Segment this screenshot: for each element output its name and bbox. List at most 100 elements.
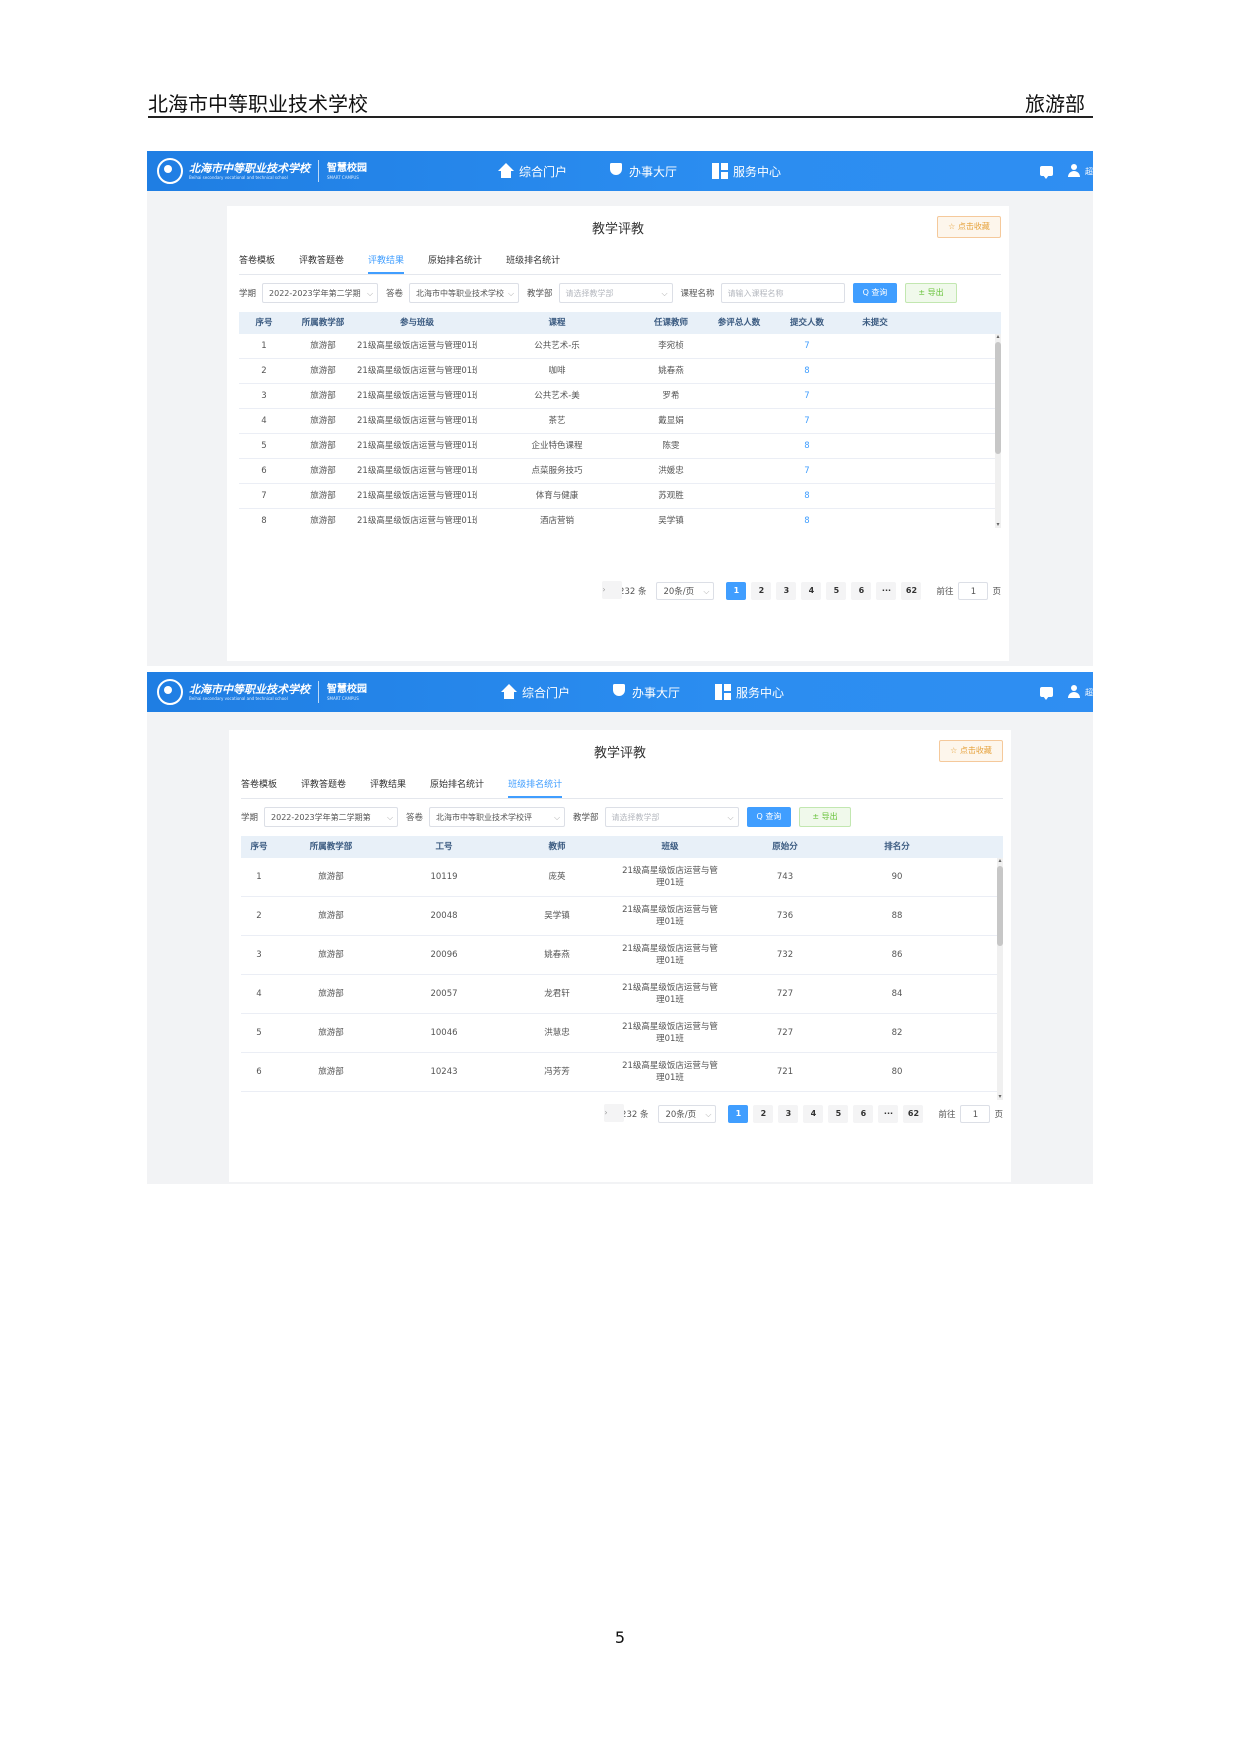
table-row[interactable]: 2 旅游部 21级高星级饭店运营与管理01班 咖啡 姚春燕 8 — [239, 359, 1001, 384]
term-select[interactable]: 2022-2023学年第二学期 ⌵ — [262, 283, 379, 303]
user-name[interactable]: 超 — [1085, 687, 1093, 698]
nav-service-hall[interactable]: 办事大厅 — [607, 151, 677, 191]
page-button[interactable]: 2 — [753, 1105, 774, 1123]
goto-page-input[interactable]: 1 — [960, 1105, 991, 1123]
school-logo[interactable]: 北海市中等职业技术学校 Beihai secondary vocational … — [157, 157, 367, 185]
table-row[interactable]: 7 旅游部 21级高星级饭店运营与管理01班 体育与健康 苏观胜 8 — [239, 484, 1001, 509]
message-icon[interactable] — [1040, 687, 1053, 700]
query-button[interactable]: Q 查询 — [746, 807, 792, 827]
table-row[interactable]: 5 旅游部 21级高星级饭店运营与管理01班 企业特色课程 陈雯 8 — [239, 434, 1001, 459]
tab-class-ranking[interactable]: 班级排名统计 — [506, 252, 560, 274]
tab-answer-template[interactable]: 答卷模板 — [241, 776, 277, 798]
table-cell: 21级高星级饭店运营与管理01班 — [622, 1061, 718, 1083]
tab-class-ranking[interactable]: 班级排名统计 — [508, 776, 563, 798]
paper-select[interactable]: 北海市中等职业技术学校 ⌵ — [409, 283, 520, 303]
page-button[interactable]: 62 — [901, 582, 922, 600]
dept-select[interactable]: 请选择教学部 ⌵ — [558, 283, 673, 303]
table-scrollbar[interactable]: ▴ ▾ — [997, 858, 1003, 1100]
page-button[interactable]: 62 — [903, 1105, 924, 1123]
page-button[interactable]: 4 — [801, 582, 822, 600]
table-scrollbar[interactable]: ▴ ▾ — [995, 334, 1001, 528]
table-row[interactable]: 4 旅游部 20057 龙君轩 21级高星级饭店运营与管理01班 727 84 — [241, 975, 1003, 1014]
tab-evaluation-results[interactable]: 评教结果 — [368, 252, 405, 274]
scroll-up-icon[interactable]: ▴ — [995, 334, 1001, 340]
table-row[interactable]: 2 旅游部 20048 吴学镇 21级高星级饭店运营与管理01班 736 88 — [241, 897, 1003, 936]
nav-portal[interactable]: 综合门户 — [497, 151, 567, 191]
scrollbar-thumb[interactable] — [995, 342, 1001, 454]
next-page-button[interactable]: › — [602, 581, 623, 599]
table-cell[interactable]: 7 — [773, 384, 841, 408]
nav-service-center[interactable]: 服务中心 — [711, 151, 781, 191]
column-header: 工号 — [435, 842, 453, 852]
page-button[interactable]: 6 — [853, 1105, 874, 1123]
more-pages-button[interactable]: ··· — [876, 582, 897, 600]
tab-raw-ranking[interactable]: 原始排名统计 — [428, 252, 482, 274]
user-icon[interactable] — [1067, 685, 1081, 699]
user-icon[interactable] — [1067, 164, 1081, 178]
chevron-down-icon: ⌵ — [661, 289, 668, 298]
nav-service-center[interactable]: 服务中心 — [714, 672, 784, 712]
table-row[interactable]: 8 旅游部 21级高星级饭店运营与管理01班 酒店营销 吴学镇 8 — [239, 509, 1001, 528]
nav-portal[interactable]: 综合门户 — [500, 672, 570, 712]
table-row[interactable]: 3 旅游部 20096 姚春燕 21级高星级饭店运营与管理01班 732 86 — [241, 936, 1003, 975]
scrollbar-thumb[interactable] — [997, 866, 1003, 946]
school-logo[interactable]: 北海市中等职业技术学校 Beihai secondary vocational … — [157, 678, 367, 706]
export-button[interactable]: ± 导出 — [799, 807, 851, 827]
term-select[interactable]: 2022-2023学年第二学期第 ⌵ — [264, 807, 399, 827]
table-cell[interactable]: 7 — [773, 409, 841, 433]
page-button[interactable]: 5 — [826, 582, 847, 600]
table-cell[interactable]: 8 — [773, 434, 841, 458]
scroll-down-icon[interactable]: ▾ — [997, 1094, 1003, 1100]
table-cell[interactable]: 7 — [773, 334, 841, 358]
table-row[interactable]: 5 旅游部 10046 洪慧忠 21级高星级饭店运营与管理01班 727 82 — [241, 1014, 1003, 1053]
goto-page-input[interactable]: 1 — [958, 582, 989, 600]
page-button[interactable]: 4 — [803, 1105, 824, 1123]
table-cell: 旅游部 — [318, 950, 344, 960]
favorite-button[interactable]: ☆ 点击收藏 — [939, 740, 1003, 762]
scroll-up-icon[interactable]: ▴ — [997, 858, 1003, 864]
page-size-select[interactable]: 20条/页 ⌵ — [658, 1105, 717, 1123]
table-row[interactable]: 6 旅游部 21级高星级饭店运营与管理01班 点菜服务技巧 洪媛忠 7 — [239, 459, 1001, 484]
tab-answer-template[interactable]: 答卷模板 — [239, 252, 275, 274]
tab-raw-ranking[interactable]: 原始排名统计 — [430, 776, 484, 798]
tab-evaluation-results[interactable]: 评教结果 — [370, 776, 406, 798]
table-row[interactable]: 1 旅游部 21级高星级饭店运营与管理01班 公共艺术-乐 李宛桢 7 — [239, 334, 1001, 359]
page-button[interactable]: 3 — [776, 582, 797, 600]
tab-evaluation-papers[interactable]: 评教答题卷 — [299, 252, 344, 274]
table-cell[interactable]: 8 — [773, 359, 841, 383]
page-button[interactable]: 3 — [778, 1105, 799, 1123]
page-button[interactable]: 6 — [851, 582, 872, 600]
table-cell[interactable]: 7 — [773, 459, 841, 483]
scroll-down-icon[interactable]: ▾ — [995, 522, 1001, 528]
more-pages-button[interactable]: ··· — [878, 1105, 899, 1123]
table-cell[interactable]: 8 — [773, 484, 841, 508]
tab-evaluation-papers[interactable]: 评教答题卷 — [301, 776, 346, 798]
evaluation-card: 教学评教 ☆ 点击收藏 答卷模板 评教答题卷 评教结果 原始排名统计 班级排名统… — [227, 206, 1009, 661]
page-button[interactable]: 1 — [728, 1105, 749, 1123]
table-cell: 736 — [776, 911, 794, 921]
next-page-button[interactable]: › — [604, 1104, 625, 1122]
table-cell: 咖啡 — [548, 366, 566, 376]
table-cell: 6 — [261, 466, 267, 476]
table-cell — [705, 359, 773, 383]
user-name[interactable]: 超 — [1085, 166, 1093, 177]
paper-select[interactable]: 北海市中等职业技术学校评 ⌵ — [429, 807, 566, 827]
table-row[interactable]: 6 旅游部 10243 冯芳芳 21级高星级饭店运营与管理01班 721 80 — [241, 1053, 1003, 1092]
page-button[interactable]: 2 — [751, 582, 772, 600]
page-button[interactable]: 5 — [828, 1105, 849, 1123]
card-title: 教学评教 — [591, 222, 644, 237]
query-button[interactable]: Q 查询 — [852, 283, 898, 303]
nav-service-hall[interactable]: 办事大厅 — [610, 672, 680, 712]
page-size-select[interactable]: 20条/页 ⌵ — [656, 582, 715, 600]
table-row[interactable]: 1 旅游部 10119 庞英 21级高星级饭店运营与管理01班 743 90 — [241, 858, 1003, 897]
message-icon[interactable] — [1040, 166, 1053, 179]
favorite-button[interactable]: ☆ 点击收藏 — [937, 216, 1001, 238]
table-row[interactable]: 4 旅游部 21级高星级饭店运营与管理01班 茶艺 戴显娟 7 — [239, 409, 1001, 434]
table-row[interactable]: 3 旅游部 21级高星级饭店运营与管理01班 公共艺术-美 罗希 7 — [239, 384, 1001, 409]
course-input[interactable]: 请输入课程名称 — [720, 283, 845, 303]
table-cell[interactable]: 8 — [773, 509, 841, 528]
table-cell: 6 — [256, 1067, 262, 1077]
page-button[interactable]: 1 — [726, 582, 747, 600]
export-button[interactable]: ± 导出 — [905, 283, 957, 303]
dept-select[interactable]: 请选择教学部 ⌵ — [604, 807, 739, 827]
